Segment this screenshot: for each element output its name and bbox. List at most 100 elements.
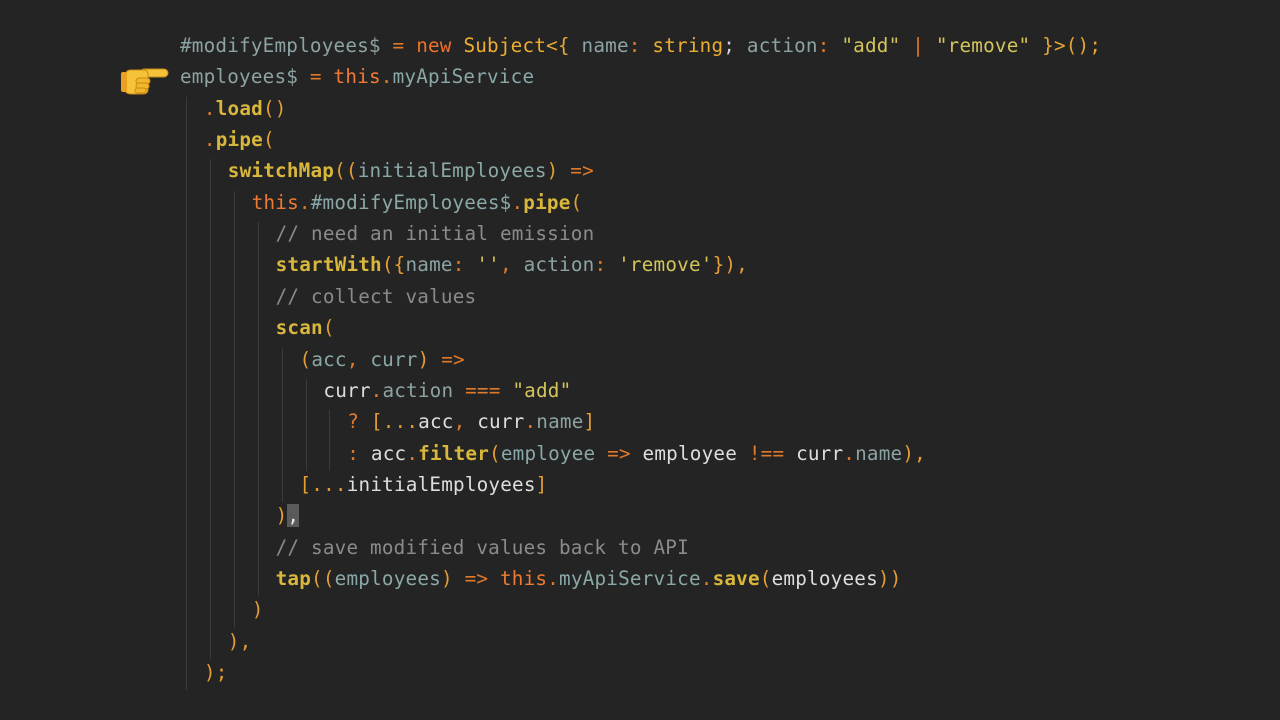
code-line: ),	[276, 500, 300, 531]
code-token: <{	[546, 34, 582, 57]
code-token: load	[215, 96, 263, 120]
code-token: save	[712, 566, 760, 590]
code-token: .	[843, 441, 856, 465]
code-token: employee	[642, 441, 738, 465]
code-token: .	[370, 378, 383, 402]
code-token: )	[251, 598, 264, 622]
code-token: tap	[275, 566, 312, 590]
code-token: .	[203, 128, 216, 152]
code-token: |	[900, 34, 936, 57]
code-token: [...	[299, 472, 347, 496]
code-token: curr	[370, 347, 418, 371]
code-line: [...initialEmployees]	[300, 469, 548, 500]
code-token: ((	[334, 159, 358, 183]
code-line: );	[204, 657, 228, 688]
code-token: .	[547, 566, 560, 590]
code-token: );	[203, 661, 228, 684]
code-token: "add"	[841, 34, 901, 57]
code-token: this	[500, 566, 548, 590]
code-token: )	[417, 347, 442, 371]
code-token: .	[203, 96, 216, 120]
code-token: .	[380, 65, 393, 89]
code-token: "add"	[512, 378, 572, 402]
code-token: ,	[346, 347, 371, 371]
code-token: :	[347, 441, 371, 465]
code-token: name	[581, 34, 629, 57]
code-token: .	[511, 190, 524, 214]
code-token: switchMap	[227, 159, 335, 183]
code-line: .pipe(	[204, 124, 275, 155]
code-line: // need an initial emission	[276, 218, 595, 249]
code-line: this.#modifyEmployees$.pipe(	[252, 187, 583, 218]
code-line: scan(	[276, 312, 335, 343]
code-token: =>	[595, 441, 643, 465]
code-token: name	[536, 410, 584, 434]
code-token: employee	[500, 441, 596, 465]
code-token: ]	[535, 472, 548, 496]
code-token: [...	[370, 410, 419, 434]
code-token: =>	[570, 159, 594, 183]
code-token: myApiService	[392, 65, 535, 89]
indent-guide	[233, 190, 235, 628]
code-token: )	[440, 566, 465, 590]
code-token: 'remove'	[618, 253, 713, 277]
code-line: switchMap((initialEmployees) =>	[228, 155, 594, 186]
code-token: action	[523, 253, 595, 277]
code-token: action	[382, 378, 454, 402]
code-line: employees$ = this.myApiService	[180, 61, 534, 92]
code-token: ===	[453, 378, 513, 402]
code-token: .	[406, 441, 419, 465]
code-token: }>();	[1030, 34, 1102, 57]
code-token: initialEmployees	[346, 472, 536, 496]
code-line: // save modified values back to API	[276, 532, 689, 563]
code-token: acc	[418, 410, 454, 434]
code-token: employees	[334, 566, 441, 590]
code-token: // need an initial emission	[275, 222, 595, 246]
code-token: employees$	[180, 65, 299, 89]
code-token: ),	[227, 629, 252, 653]
code-token: new	[416, 34, 452, 57]
indent-guide	[186, 96, 187, 691]
code-token: .	[700, 566, 713, 590]
code-token: =	[380, 34, 417, 57]
code-line: ? [...acc, curr.name]	[347, 406, 595, 437]
code-token: #modifyEmployees$	[310, 190, 512, 214]
code-line: (acc, curr) =>	[300, 344, 465, 375]
code-token: )	[275, 504, 288, 528]
code-token: action	[746, 34, 818, 57]
code-token: pipe	[215, 128, 263, 152]
indent-guide	[329, 410, 331, 471]
code-token: }),	[712, 253, 748, 277]
code-token: string	[652, 34, 724, 57]
code-token: ]	[583, 410, 596, 434]
code-token: ''	[476, 253, 500, 277]
code-line: .load()	[204, 93, 287, 124]
code-token: #modifyEmployees$	[180, 34, 381, 57]
code-line: #modifyEmployees$ = new Subject<{ name: …	[180, 30, 1101, 61]
code-line: tap((employees) => this.myApiService.sav…	[276, 563, 902, 594]
indent-guide	[281, 347, 283, 503]
code-token: ,	[453, 410, 478, 434]
code-token: this	[251, 190, 299, 214]
code-token: ;	[723, 34, 747, 57]
code-token: pipe	[523, 190, 571, 214]
code-token: ((	[311, 566, 335, 590]
code-token: curr	[323, 378, 371, 402]
code-token: name	[405, 253, 453, 277]
code-token: (	[299, 347, 312, 371]
code-token: :	[817, 34, 842, 57]
code-line: curr.action === "add"	[323, 375, 571, 406]
code-token: this	[333, 65, 381, 89]
code-token: (	[262, 128, 275, 152]
indent-guide	[257, 222, 259, 597]
code-editor: #modifyEmployees$ = new Subject<{ name: …	[0, 0, 1280, 720]
code-token: .	[524, 410, 537, 434]
code-token: (	[489, 441, 501, 465]
pointing-hand-icon	[120, 62, 172, 98]
code-token: scan	[275, 316, 323, 340]
code-token: (	[759, 566, 772, 590]
code-token: !==	[737, 441, 797, 465]
code-token: name	[855, 441, 903, 465]
code-token: (	[322, 316, 335, 340]
